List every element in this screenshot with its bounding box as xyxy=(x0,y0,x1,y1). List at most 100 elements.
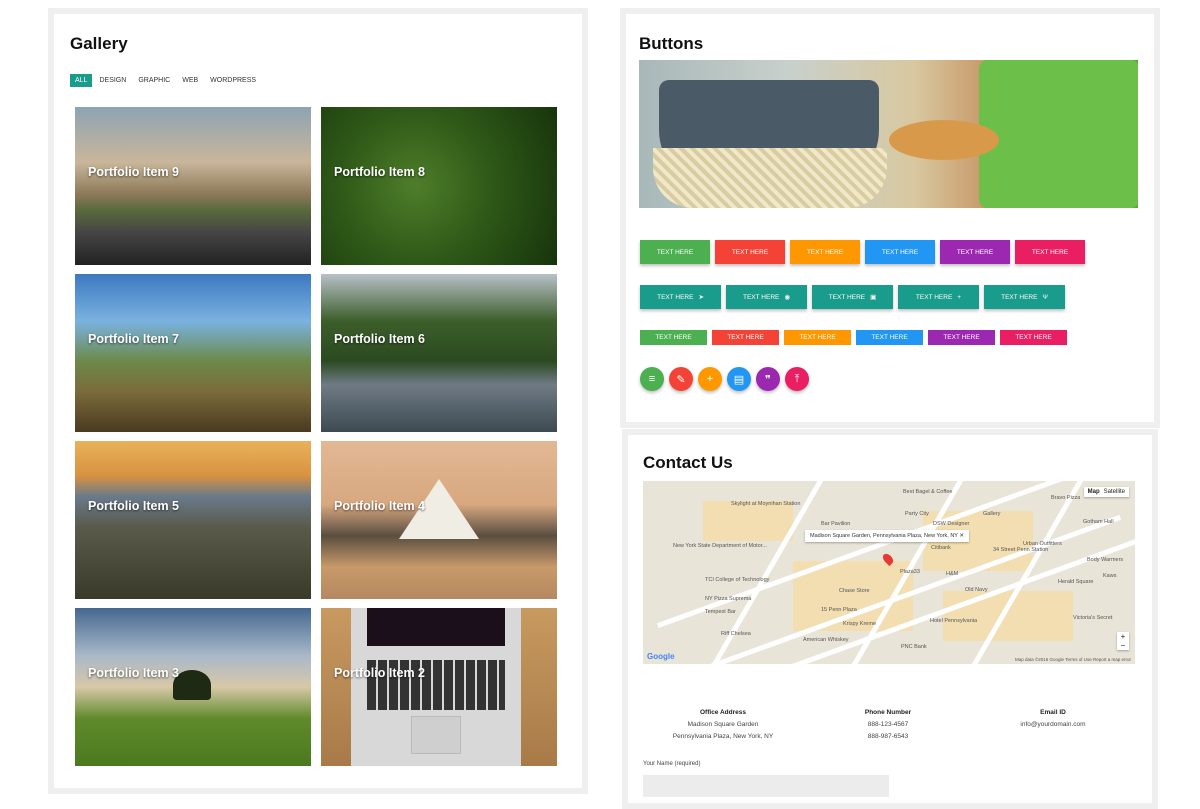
pink-button[interactable]: TEXT HERE xyxy=(1015,240,1085,264)
portfolio-item-9[interactable]: Portfolio Item 9 xyxy=(75,107,311,265)
menu-icon: ≡ xyxy=(648,373,656,385)
map-label: PNC Bank xyxy=(901,644,927,650)
map-label: Victoria's Secret xyxy=(1073,615,1113,621)
portfolio-item-6[interactable]: Portfolio Item 6 xyxy=(321,274,557,432)
camera-button[interactable]: TEXT HERE ▣ xyxy=(812,285,893,309)
name-input[interactable] xyxy=(643,775,889,797)
upload-icon: ⤒ xyxy=(794,372,800,385)
google-logo: Google xyxy=(647,652,675,661)
compass-icon: ◉ xyxy=(784,294,791,301)
blue-button[interactable]: TEXT HERE xyxy=(865,240,935,264)
map-label: American Whiskey xyxy=(803,637,849,643)
add-round-button[interactable]: + xyxy=(698,367,722,391)
orange-button[interactable]: TEXT HERE xyxy=(790,240,860,264)
purple-button[interactable]: TEXT HERE xyxy=(940,240,1010,264)
button-label: TEXT HERE xyxy=(657,293,694,301)
usb-button[interactable]: TEXT HERE ψ xyxy=(984,285,1065,309)
email-line1[interactable]: info@yourdomain.com xyxy=(973,719,1133,731)
office-address: Office Address Madison Square Garden Pen… xyxy=(643,707,803,743)
portfolio-caption: Portfolio Item 7 xyxy=(88,332,179,346)
office-address-line2: Pennsylvania Plaza, New York, NY xyxy=(672,733,774,740)
map-label: Gotham Hall xyxy=(1083,519,1114,525)
save-round-button[interactable]: ▤ xyxy=(727,367,751,391)
coffee-banner-image xyxy=(639,60,1138,208)
contact-panel: Contact Us New York State Department of … xyxy=(622,429,1158,809)
plus-icon: + xyxy=(957,293,962,301)
add-button[interactable]: TEXT HERE + xyxy=(898,285,979,309)
portfolio-item-2[interactable]: Portfolio Item 2 xyxy=(321,608,557,766)
map-type-satellite[interactable]: Satellite xyxy=(1104,489,1125,495)
usb-icon: ψ xyxy=(1042,293,1048,301)
button-label: TEXT HERE xyxy=(1001,293,1038,301)
button-row-icons: TEXT HERE ➤ TEXT HERE ◉ TEXT HERE ▣ TEXT HE… xyxy=(640,285,1065,309)
buttons-panel: Buttons TEXT HERE TEXT HERE TEXT HERE TE… xyxy=(620,8,1160,428)
flat-blue-button[interactable]: TEXT HERE xyxy=(856,330,923,345)
filter-design[interactable]: DESIGN xyxy=(94,74,131,87)
map-info-text: Madison Square Garden, Pennsylvania Plaz… xyxy=(810,533,958,539)
map-label: Best Bagel & Coffee xyxy=(903,489,953,495)
edit-round-button[interactable]: ✎ xyxy=(669,367,693,391)
map-label: Citibank xyxy=(931,545,951,551)
zoom-in-icon[interactable]: + xyxy=(1117,632,1129,641)
map-label: 15 Penn Plaza xyxy=(821,607,857,613)
name-field-label: Your Name (required) xyxy=(643,761,701,767)
map-label: TCI College of Technology xyxy=(705,577,770,583)
zoom-out-icon[interactable]: − xyxy=(1117,641,1129,650)
plus-icon: + xyxy=(706,373,714,385)
map-label: 34 Street Penn Station xyxy=(993,547,1049,553)
gallery-panel: Gallery ALL DESIGN GRAPHIC WEB WORDPRESS… xyxy=(48,8,588,794)
laptop-shape xyxy=(351,608,521,766)
map-label: Bravo Pizza xyxy=(1051,495,1081,501)
portfolio-item-4[interactable]: Portfolio Item 4 xyxy=(321,441,557,599)
save-icon: ▤ xyxy=(733,373,745,386)
button-label: TEXT HERE xyxy=(915,293,953,301)
filter-graphic[interactable]: GRAPHIC xyxy=(133,74,175,87)
portfolio-item-8[interactable]: Portfolio Item 8 xyxy=(321,107,557,265)
button-row-raised: TEXT HERE TEXT HERE TEXT HERE TEXT HERE … xyxy=(640,240,1085,264)
google-map[interactable]: New York State Department of Motor... TC… xyxy=(643,481,1135,664)
map-label: Skylight at Moynihan Station xyxy=(731,501,801,507)
portfolio-caption: Portfolio Item 2 xyxy=(334,666,425,680)
flat-red-button[interactable]: TEXT HERE xyxy=(712,330,779,345)
map-label: Kaws xyxy=(1103,573,1117,579)
phone-line1: 888-123-4567 xyxy=(867,721,909,728)
upload-round-button[interactable]: ⤒ xyxy=(785,367,809,391)
flat-purple-button[interactable]: TEXT HERE xyxy=(928,330,995,345)
portfolio-item-5[interactable]: Portfolio Item 5 xyxy=(75,441,311,599)
send-button[interactable]: TEXT HERE ➤ xyxy=(640,285,721,309)
green-button[interactable]: TEXT HERE xyxy=(640,240,710,264)
close-icon[interactable]: ✕ xyxy=(959,533,964,539)
contact-title: Contact Us xyxy=(643,453,733,472)
portfolio-caption: Portfolio Item 9 xyxy=(88,165,179,179)
flat-green-button[interactable]: TEXT HERE xyxy=(640,330,707,345)
portfolio-caption: Portfolio Item 4 xyxy=(334,499,425,513)
menu-round-button[interactable]: ≡ xyxy=(640,367,664,391)
flat-orange-button[interactable]: TEXT HERE xyxy=(784,330,851,345)
buttons-title: Buttons xyxy=(639,34,704,53)
portfolio-caption: Portfolio Item 6 xyxy=(334,332,425,346)
map-label: Gallery xyxy=(983,511,1001,517)
portfolio-caption: Portfolio Item 3 xyxy=(88,666,179,680)
map-label: Bar Pavilion xyxy=(821,521,851,527)
portfolio-item-7[interactable]: Portfolio Item 7 xyxy=(75,274,311,432)
filter-all[interactable]: ALL xyxy=(70,74,93,87)
zoom-controls: + − xyxy=(1117,632,1129,650)
map-label: NY Pizza Suprema xyxy=(705,596,752,602)
phone-line2: 888-987-6543 xyxy=(867,733,909,740)
filter-wordpress[interactable]: WORDPRESS xyxy=(205,74,261,87)
map-label: Tempest Bar xyxy=(705,609,736,615)
map-label: Hotel Pennsylvania xyxy=(930,618,978,624)
map-label: Party City xyxy=(905,511,929,517)
map-label: Body Warmers xyxy=(1087,557,1124,563)
flat-pink-button[interactable]: TEXT HERE xyxy=(1000,330,1067,345)
portfolio-item-3[interactable]: Portfolio Item 3 xyxy=(75,608,311,766)
filter-web[interactable]: WEB xyxy=(177,74,203,87)
map-label: Herald Square xyxy=(1058,579,1094,585)
portfolio-grid: Portfolio Item 9 Portfolio Item 8 Portfo… xyxy=(75,107,559,766)
quote-round-button[interactable]: ❞ xyxy=(756,367,780,391)
map-type-map[interactable]: Map xyxy=(1088,489,1100,495)
button-label: TEXT HERE xyxy=(828,293,866,301)
compass-button[interactable]: TEXT HERE ◉ xyxy=(726,285,807,309)
map-label: Plaza33 xyxy=(900,569,920,575)
red-button[interactable]: TEXT HERE xyxy=(715,240,785,264)
